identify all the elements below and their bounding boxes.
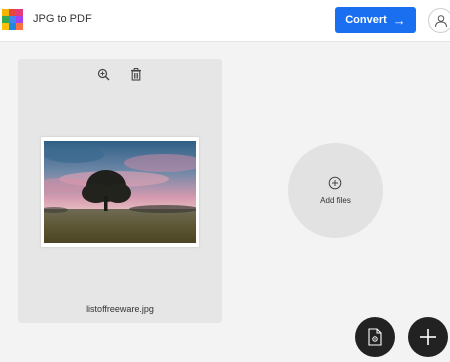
add-files-button[interactable]: Add files	[288, 143, 383, 238]
app-title: JPG to PDF	[33, 13, 92, 25]
logo-tile	[16, 9, 23, 16]
convert-button[interactable]: Convert →	[335, 7, 416, 33]
zoom-in-icon[interactable]	[95, 66, 111, 82]
landscape-photo	[44, 141, 196, 243]
top-bar: JPG to PDF Convert →	[0, 0, 450, 42]
app-logo-icon	[2, 9, 24, 31]
logo-tile	[16, 23, 23, 30]
file-name: listoffreeware.jpg	[86, 304, 154, 314]
logo-tile	[16, 16, 23, 23]
plus-circle-icon	[328, 176, 342, 190]
add-files-label: Add files	[320, 196, 351, 205]
image-thumbnail	[41, 137, 199, 247]
logo-tile	[2, 16, 9, 23]
file-card[interactable]: listoffreeware.jpg	[18, 59, 222, 323]
convert-button-label: Convert	[345, 14, 387, 26]
trash-icon[interactable]	[128, 66, 144, 82]
logo-tile	[9, 9, 16, 16]
add-button[interactable]	[408, 317, 448, 357]
logo-tile	[9, 23, 16, 30]
arrow-right-icon: →	[392, 12, 406, 28]
user-account-icon[interactable]	[428, 8, 450, 33]
logo-tile	[2, 23, 9, 30]
logo-tile	[2, 9, 9, 16]
document-settings-icon	[368, 328, 382, 346]
logo-tile	[9, 16, 16, 23]
document-settings-button[interactable]	[355, 317, 395, 357]
plus-icon	[420, 329, 436, 345]
